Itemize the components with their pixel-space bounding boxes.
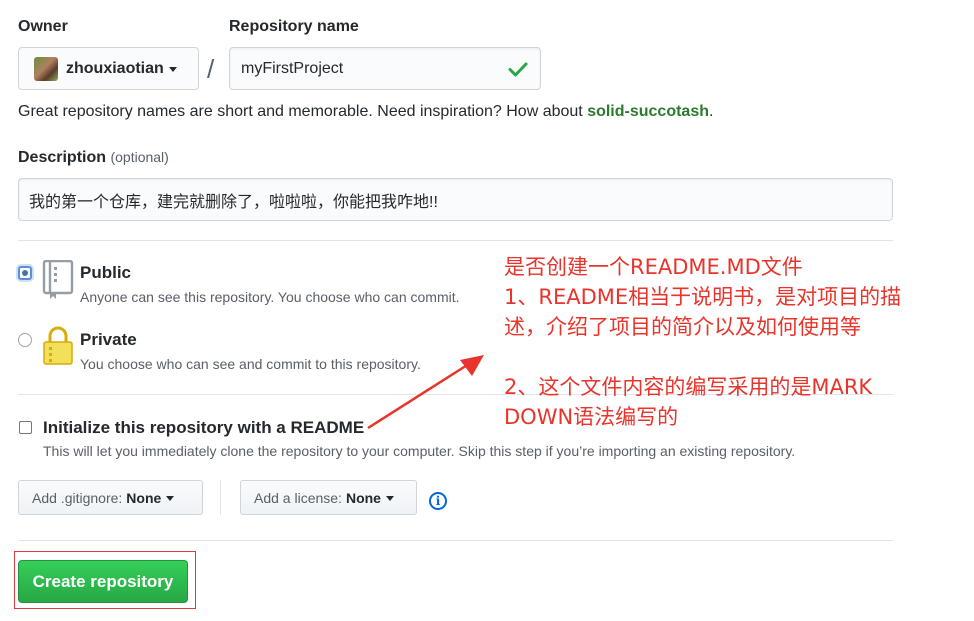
private-radio[interactable] (18, 333, 32, 347)
lock-icon (43, 326, 73, 365)
optional-tag: (optional) (110, 149, 169, 165)
info-icon[interactable]: i (429, 492, 447, 510)
chevron-down-icon (385, 496, 394, 501)
readme-subtitle: This will let you immediately clone the … (43, 443, 796, 459)
gitignore-value: None (126, 489, 162, 506)
divider (18, 540, 893, 541)
repository-name-label: Repository name (229, 18, 359, 35)
description-label-text: Description (18, 149, 107, 166)
license-value: None (345, 489, 381, 506)
annotation-line-5: DOWN语法编写的 (504, 405, 679, 429)
annotation-line-2: 1、README相当于说明书，是对项目的描 (504, 285, 902, 309)
chevron-down-icon (168, 67, 177, 72)
owner-label: Owner (18, 18, 68, 35)
hint-text: Great repository names are short and mem… (18, 103, 588, 120)
repository-name-hint: Great repository names are short and mem… (18, 103, 713, 121)
repository-name-input[interactable]: myFirstProject (229, 47, 541, 90)
public-radio[interactable] (18, 266, 32, 280)
repository-name-value: myFirstProject (241, 59, 344, 77)
license-label: Add a license: (254, 489, 342, 506)
annotation-line-1: 是否创建一个README.MD文件 (504, 255, 803, 279)
readme-checkbox[interactable] (19, 421, 32, 434)
public-title: Public (80, 263, 132, 282)
owner-select[interactable]: zhouxiaotian (18, 47, 199, 90)
hint-end: . (709, 103, 714, 120)
annotation-line-4: 2、这个文件内容的编写采用的是MARK (504, 375, 873, 399)
owner-name: zhouxiaotian (66, 59, 164, 77)
license-dropdown[interactable]: Add a license: None (240, 480, 417, 515)
public-subtitle: Anyone can see this repository. You choo… (80, 289, 460, 305)
description-value: 我的第一个仓库，建完就删除了，啦啦啦，你能把我咋地!! (29, 193, 438, 211)
create-repository-button[interactable]: Create repository (18, 560, 188, 603)
name-suggestion-link[interactable]: solid-succotash (587, 103, 709, 120)
chevron-down-icon (166, 496, 175, 501)
gitignore-dropdown[interactable]: Add .gitignore: None (18, 480, 203, 515)
private-title: Private (80, 330, 137, 349)
check-icon (508, 62, 528, 76)
annotation-line-3: 述，介绍了项目的简介以及如何使用等 (504, 315, 861, 339)
dropdown-separator (220, 480, 221, 515)
description-input[interactable]: 我的第一个仓库，建完就删除了，啦啦啦，你能把我咋地!! (18, 178, 893, 221)
gitignore-label: Add .gitignore: (32, 489, 123, 506)
owner-repo-separator: / (207, 54, 215, 84)
readme-title[interactable]: Initialize this repository with a README (43, 418, 364, 438)
annotation-arrow-icon (367, 355, 484, 430)
repo-book-icon (42, 260, 74, 299)
description-label: Description (optional) (18, 149, 169, 167)
divider (18, 240, 893, 241)
avatar (34, 56, 58, 81)
